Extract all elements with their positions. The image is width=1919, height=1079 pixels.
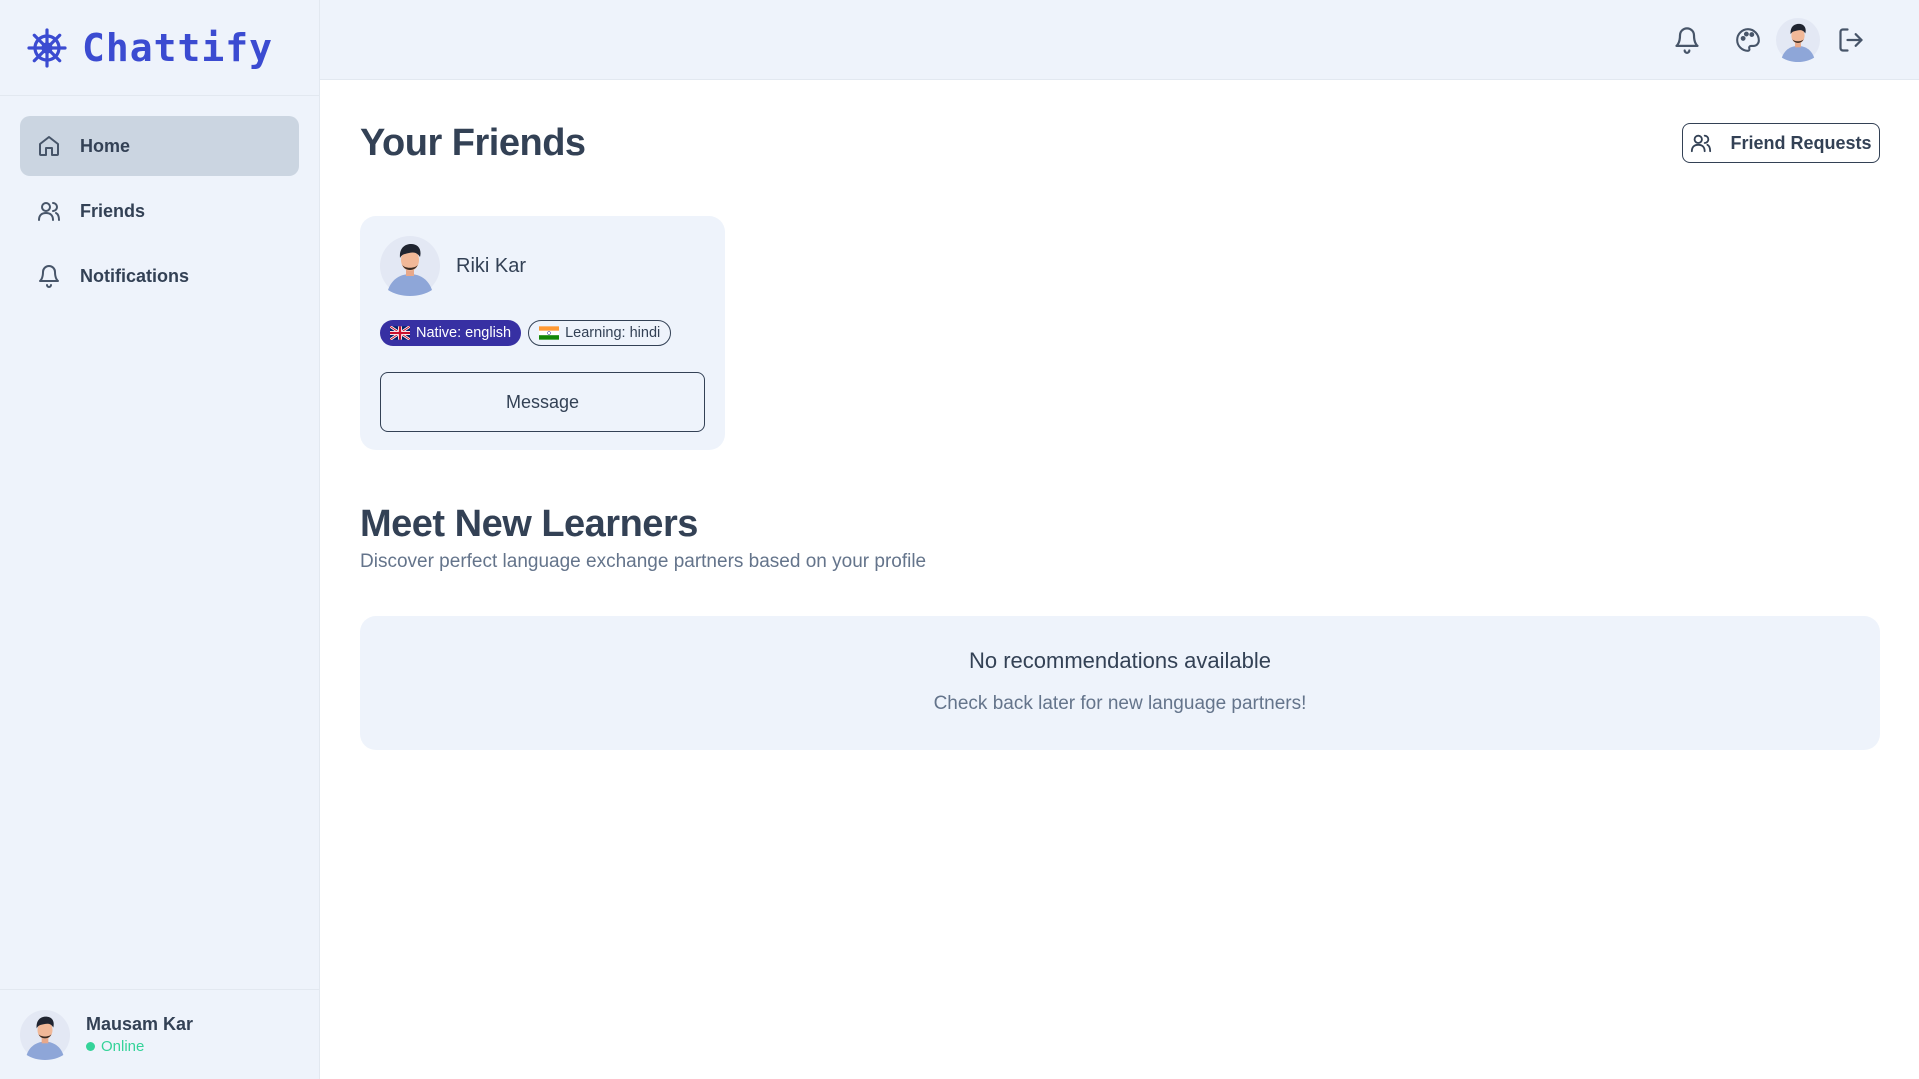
app-name: Chattify	[82, 25, 274, 70]
sidebar-item-home[interactable]: Home	[20, 116, 299, 176]
online-dot-icon	[86, 1042, 95, 1051]
user-name: Mausam Kar	[86, 1014, 194, 1034]
friend-requests-button[interactable]: Friend Requests	[1682, 123, 1880, 163]
friend-name: Riki Kar	[456, 255, 527, 277]
native-language-label: Native: english	[416, 325, 512, 341]
message-button[interactable]: Message	[380, 372, 705, 432]
theme-button[interactable]	[1726, 18, 1770, 62]
topbar	[320, 0, 1919, 80]
section-subtitle: Discover perfect language exchange partn…	[360, 551, 927, 572]
status-text: Online	[101, 1038, 145, 1055]
friend-card: Riki Kar Native: english Learning: hindi…	[360, 216, 725, 450]
sidebar-item-label: Friends	[80, 200, 146, 221]
palette-icon	[1735, 27, 1761, 53]
users-icon	[36, 198, 62, 224]
native-language-badge: Native: english	[380, 320, 522, 346]
empty-recommendations: No recommendations available Check back …	[360, 616, 1880, 750]
gb-flag-icon	[390, 326, 410, 340]
friend-requests-label: Friend Requests	[1730, 132, 1872, 153]
sidebar-item-label: Home	[80, 135, 131, 156]
home-icon	[36, 133, 62, 159]
empty-subtitle: Check back later for new language partne…	[933, 693, 1307, 714]
learning-language-label: Learning: hindi	[565, 325, 661, 341]
sidebar-nav: Home Friends Notifications	[0, 96, 319, 331]
sidebar-item-label: Notifications	[80, 265, 190, 286]
avatar[interactable]	[1776, 18, 1820, 62]
avatar	[20, 1010, 70, 1060]
ship-wheel-icon	[26, 27, 68, 69]
learning-language-badge: Learning: hindi	[528, 320, 672, 346]
page-title: Your Friends	[360, 122, 586, 164]
empty-title: No recommendations available	[968, 648, 1272, 673]
brand[interactable]: Chattify	[0, 0, 319, 96]
sidebar: Chattify Home Friends Notifications Maus…	[0, 0, 320, 1079]
sidebar-item-notifications[interactable]: Notifications	[20, 246, 299, 306]
logout-button[interactable]	[1829, 18, 1873, 62]
current-user-panel[interactable]: Mausam Kar Online	[0, 989, 320, 1079]
users-icon	[1690, 132, 1712, 154]
avatar	[380, 236, 440, 296]
language-badges: Native: english Learning: hindi	[380, 320, 678, 346]
section-title: Meet New Learners	[360, 503, 698, 545]
user-info: Mausam Kar Online	[86, 1014, 193, 1055]
bell-icon	[1673, 26, 1701, 54]
bell-icon	[36, 263, 62, 289]
sidebar-item-friends[interactable]: Friends	[20, 181, 299, 241]
status-badge: Online	[86, 1038, 193, 1055]
notifications-button[interactable]	[1665, 18, 1709, 62]
logout-icon	[1837, 26, 1865, 54]
in-flag-icon	[539, 326, 560, 340]
